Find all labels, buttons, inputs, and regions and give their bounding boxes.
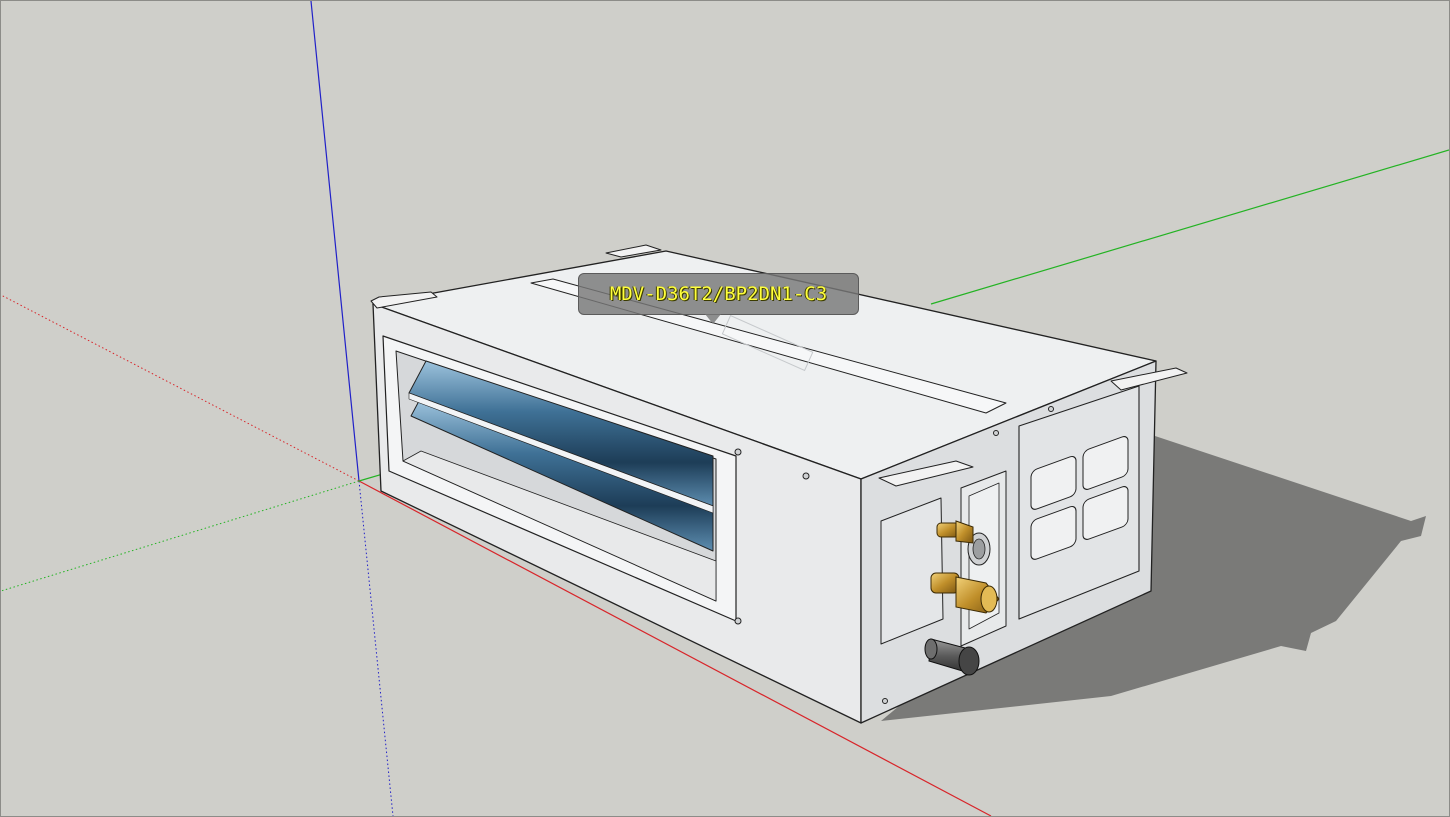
screw	[734, 617, 742, 625]
model-tag-label[interactable]: MDV-D36T2/BP2DN1-C3	[578, 273, 859, 315]
red-axis-dotted	[1, 294, 360, 482]
blue-axis-dotted	[358, 480, 394, 816]
screw	[802, 472, 810, 480]
green-axis-solid	[930, 149, 1449, 305]
3d-viewport[interactable]: MDV-D36T2/BP2DN1-C3	[0, 0, 1450, 817]
blue-axis-solid	[310, 1, 360, 482]
green-axis-dotted	[1, 480, 360, 592]
scene-canvas[interactable]	[1, 1, 1449, 816]
screw	[993, 430, 999, 436]
model-tag-pointer	[705, 314, 721, 324]
screw	[734, 448, 742, 456]
screw	[882, 698, 888, 704]
screw	[1048, 406, 1054, 412]
side-service-panel-left	[880, 497, 944, 645]
